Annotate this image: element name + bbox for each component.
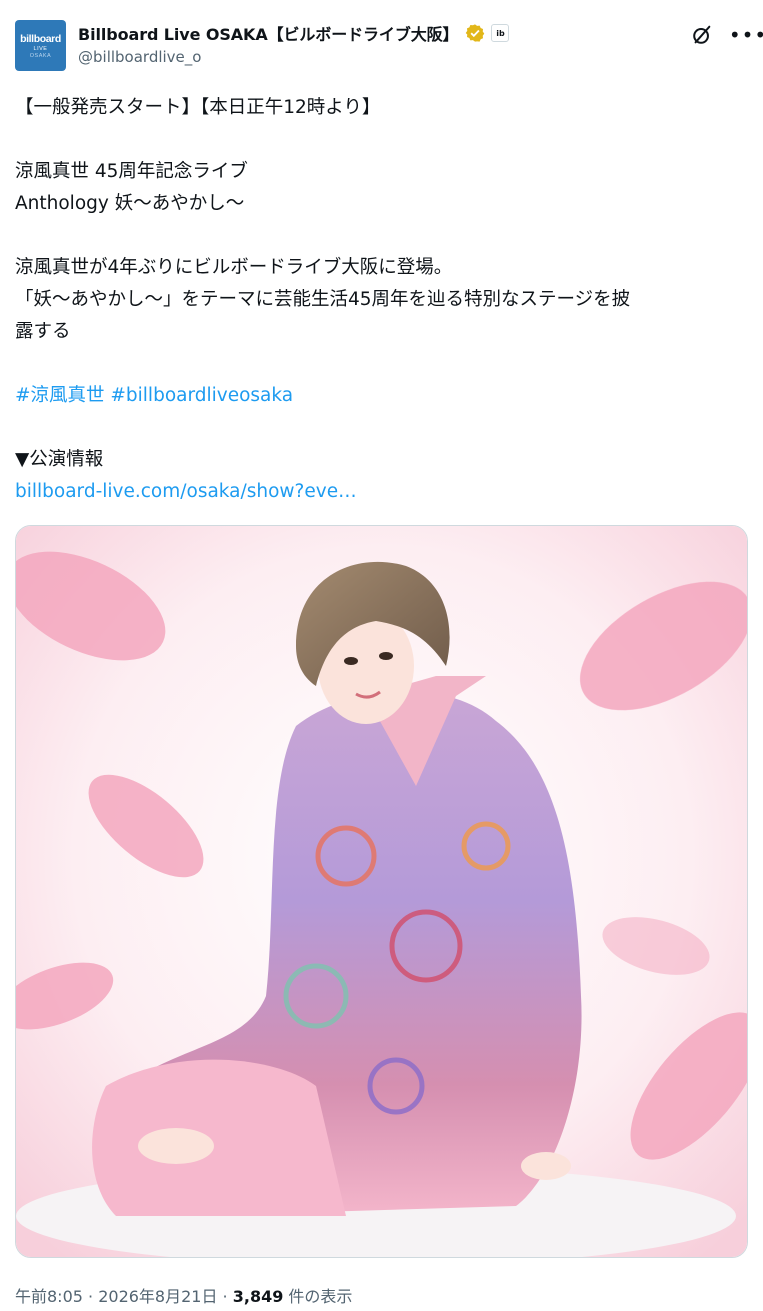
photo-image (16, 526, 747, 1257)
view-label: 件の表示 (283, 1287, 353, 1306)
tweet-line: 「妖〜あやかし〜」をテーマに芸能生活45周年を辿る特別なステージを披 (15, 289, 631, 310)
handle[interactable]: @billboardlive_o (78, 48, 201, 66)
url-line: billboard-live.com/osaka/show?eve… (15, 476, 750, 508)
more-options-icon[interactable]: ••• (729, 22, 763, 48)
url-link[interactable]: billboard-live.com/osaka/show?eve… (15, 481, 357, 502)
display-name[interactable]: Billboard Live OSAKA【ビルボードライブ大阪】 (78, 21, 459, 45)
tweet-line: 涼風真世が4年ぶりにビルボードライブ大阪に登場。 (15, 257, 453, 278)
avatar-logo-city: OSAKA (29, 53, 52, 59)
post-date[interactable]: 2026年8月21日 (98, 1287, 217, 1306)
grok-icon[interactable] (691, 24, 713, 46)
tweet-line: ▼公演情報 (15, 449, 104, 470)
hashtag-line: #涼風真世 #billboardliveosaka (15, 380, 750, 412)
verified-badge-icon[interactable] (465, 23, 485, 43)
separator: · (217, 1287, 233, 1306)
separator: · (82, 1287, 99, 1306)
tweet-line: 涼風真世 45周年記念ライブ (15, 161, 248, 182)
hashtag-link[interactable]: #billboardliveosaka (110, 385, 293, 406)
affiliate-badge[interactable]: ib (491, 24, 510, 42)
post-time[interactable]: 午前8:05 (15, 1287, 83, 1306)
media-photo[interactable] (15, 525, 748, 1258)
tweet-line: 露する (15, 321, 71, 342)
name-row: Billboard Live OSAKA【ビルボードライブ大阪】 ib (78, 21, 510, 45)
avatar[interactable]: billboard LIVE OSAKA (15, 20, 66, 71)
avatar-logo-sub: LIVE (33, 46, 48, 52)
tweet-header: billboard LIVE OSAKA Billboard Live OSAK… (15, 18, 763, 72)
hashtag-link[interactable]: #涼風真世 (15, 385, 105, 406)
avatar-logo-text: billboard (20, 33, 61, 45)
view-count: 3,849 (232, 1287, 284, 1306)
tweet-line: Anthology 妖〜あやかし〜 (15, 193, 245, 214)
tweet-line: 【一般発売スタート】【本日正午12時より】 (15, 97, 381, 118)
tweet-text: 【一般発売スタート】【本日正午12時より】 涼風真世 45周年記念ライブ Ant… (15, 92, 750, 508)
tweet-meta: 午前8:05 · 2026年8月21日 · 3,849 件の表示 (15, 1283, 352, 1307)
